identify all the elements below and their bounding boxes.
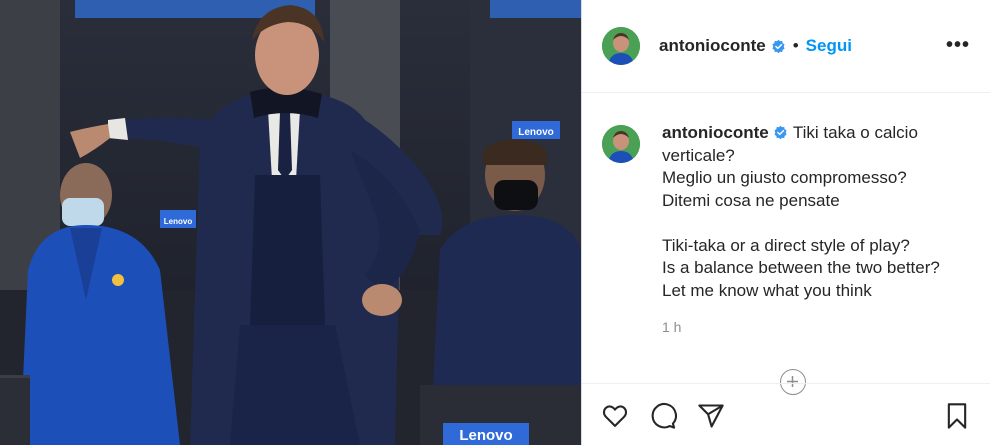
caption-text-block: antonioconte Tiki taka o calcio vertical…	[662, 122, 982, 302]
header-user-row: antonioconte • Segui	[659, 36, 852, 56]
action-bar	[582, 383, 990, 445]
paper-plane-icon[interactable]	[697, 402, 725, 430]
stadium-scene: Lenovo Lenovo Lenovo	[0, 0, 581, 445]
sponsor-board-label: Lenovo	[459, 427, 512, 444]
caption-comment: antonioconte Tiki taka o calcio vertical…	[582, 93, 990, 395]
caption-text: Tiki taka o calcio verticale? Meglio un …	[662, 123, 940, 300]
bookmark-icon[interactable]	[943, 402, 971, 430]
follow-button[interactable]: Segui	[806, 36, 852, 56]
username-link[interactable]: antonioconte	[659, 36, 766, 56]
avatar-image	[602, 125, 640, 163]
avatar-image	[602, 27, 640, 65]
caption-username[interactable]: antonioconte	[662, 123, 769, 142]
separator-dot: •	[792, 36, 799, 55]
post-sidebar: antonioconte • Segui ••• antonioconte Ti…	[581, 0, 990, 445]
heart-icon[interactable]	[601, 402, 629, 430]
avatar[interactable]	[602, 125, 640, 163]
verified-badge-icon	[772, 39, 785, 53]
instagram-post: Lenovo Lenovo Lenovo antonioconte • Segu…	[0, 0, 990, 445]
post-header: antonioconte • Segui •••	[582, 0, 990, 93]
sponsor-board-label: Lenovo	[164, 217, 193, 226]
verified-badge-icon	[774, 125, 787, 140]
sponsor-board-label: Lenovo	[518, 127, 554, 138]
comment-bubble-icon[interactable]	[649, 402, 677, 430]
post-timestamp[interactable]: 1 h	[662, 319, 681, 335]
avatar[interactable]	[602, 27, 640, 65]
post-photo[interactable]: Lenovo Lenovo Lenovo	[0, 0, 581, 445]
more-options-button[interactable]: •••	[946, 34, 970, 57]
